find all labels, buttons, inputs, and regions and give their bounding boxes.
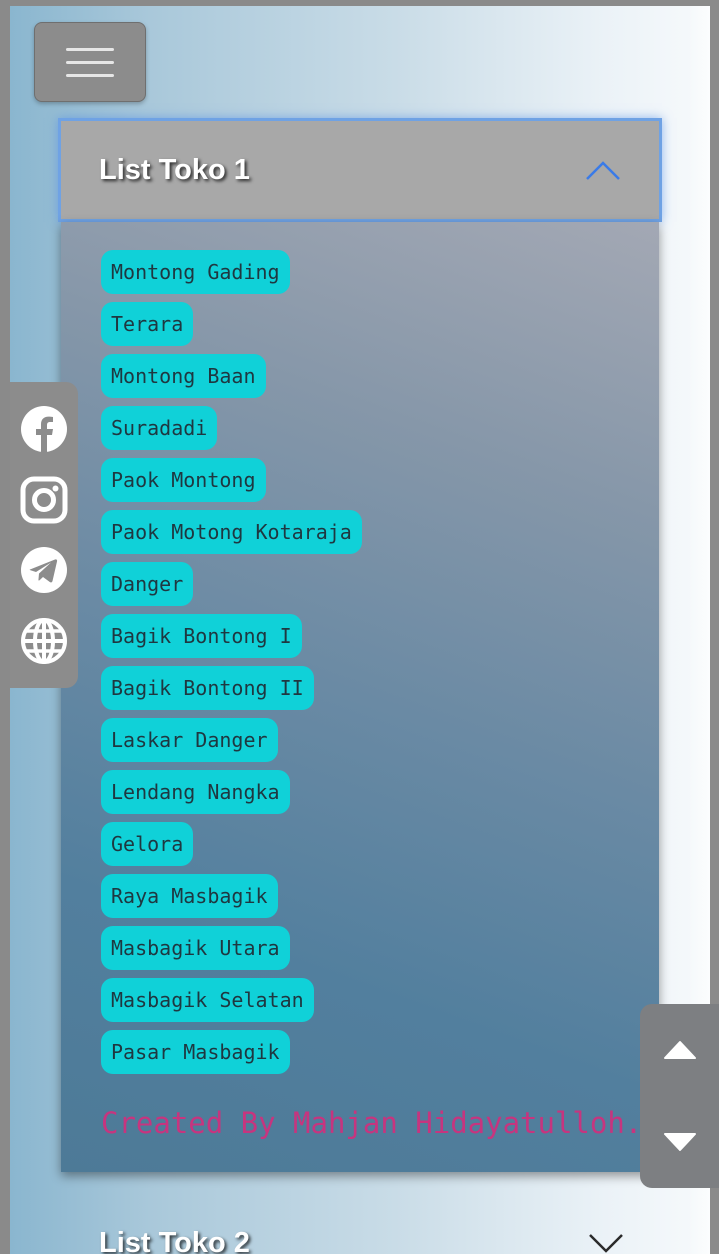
chevron-up-icon bbox=[586, 161, 620, 180]
store-list: Montong Gading Terara Montong Baan Suradadi… bbox=[101, 250, 659, 1074]
page-background: List Toko 1 Montong Gading Terara Montong … bbox=[10, 6, 710, 1254]
hamburger-menu-button[interactable] bbox=[34, 22, 146, 102]
store-chip[interactable]: Terara bbox=[101, 302, 194, 346]
store-chip[interactable]: Bagik Bontong I bbox=[101, 614, 302, 658]
globe-icon[interactable] bbox=[20, 617, 68, 665]
accordion-1-title: List Toko 1 bbox=[99, 153, 250, 186]
facebook-icon[interactable] bbox=[20, 405, 68, 453]
accordion-2-header[interactable]: List Toko 2 bbox=[58, 1188, 662, 1254]
store-chip[interactable]: Gelora bbox=[101, 822, 194, 866]
scroll-controls bbox=[640, 1004, 719, 1188]
store-chip[interactable]: Bagik Bontong II bbox=[101, 666, 314, 710]
menu-icon-bar bbox=[66, 60, 114, 64]
telegram-icon[interactable] bbox=[20, 546, 68, 594]
accordion-list-toko-1: List Toko 1 Montong Gading Terara Montong … bbox=[58, 118, 662, 1172]
accordion-1-body: Montong Gading Terara Montong Baan Suradadi… bbox=[61, 222, 659, 1172]
chevron-down-icon bbox=[589, 1234, 623, 1253]
triangle-up-icon bbox=[663, 1041, 696, 1059]
store-chip[interactable]: Danger bbox=[101, 562, 194, 606]
store-chip[interactable]: Lendang Nangka bbox=[101, 770, 290, 814]
scroll-up-button[interactable] bbox=[660, 1030, 700, 1070]
store-chip[interactable]: Pasar Masbagik bbox=[101, 1030, 290, 1074]
store-chip[interactable]: Suradadi bbox=[101, 406, 218, 450]
store-chip[interactable]: Masbagik Utara bbox=[101, 926, 290, 970]
triangle-down-icon bbox=[663, 1133, 696, 1151]
store-chip[interactable]: Laskar Danger bbox=[101, 718, 278, 762]
store-chip[interactable]: Montong Gading bbox=[101, 250, 290, 294]
store-chip[interactable]: Masbagik Selatan bbox=[101, 978, 314, 1022]
accordion-1-header[interactable]: List Toko 1 bbox=[58, 118, 662, 222]
scroll-down-button[interactable] bbox=[660, 1122, 700, 1162]
store-chip[interactable]: Paok Montong bbox=[101, 458, 266, 502]
store-chip[interactable]: Paok Motong Kotaraja bbox=[101, 510, 362, 554]
instagram-icon[interactable] bbox=[20, 476, 68, 524]
social-links-bar bbox=[10, 382, 78, 688]
menu-icon-bar bbox=[66, 73, 114, 77]
store-chip[interactable]: Montong Baan bbox=[101, 354, 266, 398]
credit-text: Created By Mahjan Hidayatulloh. bbox=[101, 1106, 643, 1140]
accordion-2-title: List Toko 2 bbox=[99, 1226, 250, 1254]
menu-icon-bar bbox=[66, 47, 114, 51]
store-chip[interactable]: Raya Masbagik bbox=[101, 874, 278, 918]
